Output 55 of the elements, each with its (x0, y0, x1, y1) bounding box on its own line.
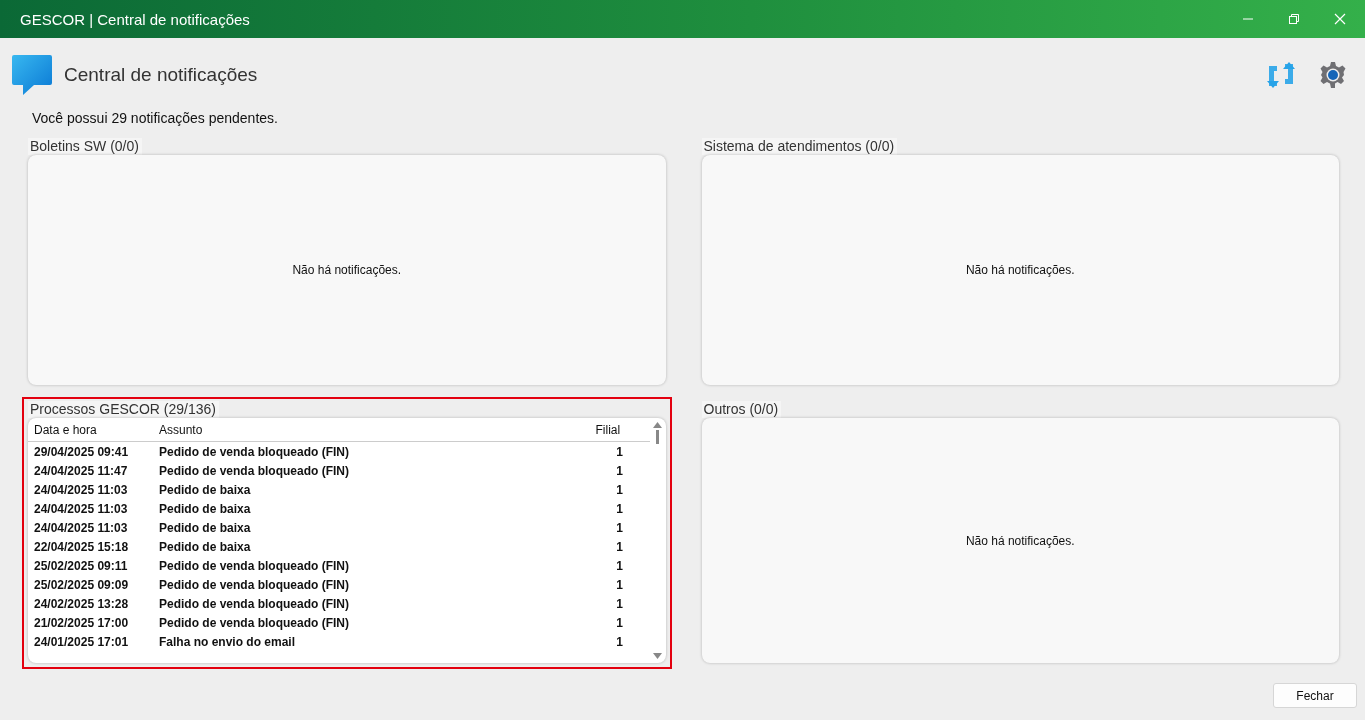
table-cell: 1 (616, 520, 623, 535)
panel-title: Boletins SW (0/0) (28, 138, 142, 155)
panel-title: Outros (0/0) (701, 401, 782, 418)
table-cell: Pedido de baixa (159, 539, 251, 554)
close-button[interactable]: Fechar (1273, 683, 1357, 708)
table-cell: 1 (616, 615, 623, 630)
refresh-icon[interactable] (1267, 62, 1295, 88)
scroll-up-icon[interactable] (653, 422, 662, 428)
settings-icon[interactable] (1319, 61, 1347, 89)
table-cell: 21/02/2025 17:00 (34, 615, 129, 630)
page-title: Central de notificações (64, 64, 259, 86)
table-cell: 1 (616, 501, 623, 516)
table-cell: 1 (616, 482, 623, 497)
table-cell: Pedido de venda bloqueado (FIN) (159, 577, 349, 592)
empty-message: Não há notificações. (292, 263, 402, 277)
column-header[interactable]: Filial (589, 422, 650, 437)
table-cell: 1 (616, 596, 623, 611)
table-cell: Pedido de baixa (159, 482, 251, 497)
empty-message: Não há notificações. (965, 263, 1075, 277)
table-cell: Pedido de venda bloqueado (FIN) (159, 463, 349, 478)
table-cell: Pedido de baixa (159, 501, 251, 516)
table-cell: 24/04/2025 11:47 (34, 463, 128, 478)
table-cell: 24/01/2025 17:01 (34, 634, 129, 649)
table-cell: Pedido de venda bloqueado (FIN) (159, 444, 349, 459)
empty-message: Não há notificações. (965, 533, 1075, 548)
scroll-down-icon[interactable] (653, 653, 662, 659)
restore-icon[interactable] (1288, 13, 1300, 25)
table-cell: Falha no envio do email (159, 634, 296, 649)
pending-message: Você possui 29 notificações pendentes. (32, 110, 279, 126)
scrollbar-thumb[interactable] (656, 430, 659, 444)
table-cell: 1 (616, 577, 623, 592)
table-cell: 24/04/2025 11:03 (34, 501, 128, 516)
panel-title: Processos GESCOR (29/136) (28, 401, 219, 418)
table-cell: 22/04/2025 15:18 (34, 539, 129, 554)
table-cell: 1 (616, 444, 623, 459)
close-icon[interactable] (1334, 13, 1346, 25)
table-cell: 24/04/2025 11:03 (34, 520, 128, 535)
window-title: GESCOR | Central de notificações (20, 10, 251, 28)
table-cell: 25/02/2025 09:09 (34, 577, 129, 592)
table-cell: Pedido de venda bloqueado (FIN) (159, 596, 349, 611)
column-header[interactable]: Assunto (159, 422, 590, 437)
table-cell: 1 (616, 463, 623, 478)
table-cell: 29/04/2025 09:41 (34, 444, 129, 459)
table-cell: 1 (616, 539, 623, 554)
table-cell: 25/02/2025 09:11 (34, 558, 128, 573)
table-cell: 24/04/2025 11:03 (34, 482, 128, 497)
table-cell: 1 (616, 634, 623, 649)
table-cell: Pedido de venda bloqueado (FIN) (159, 615, 349, 630)
table-cell: 1 (616, 558, 623, 573)
table-cell: Pedido de venda bloqueado (FIN) (159, 558, 349, 573)
column-header[interactable]: Data e hora (34, 422, 159, 437)
table-cell: 24/02/2025 13:28 (34, 596, 129, 611)
panel-title: Sistema de atendimentos (0/0) (701, 138, 898, 155)
chat-bubble-icon (12, 55, 52, 95)
table-cell: Pedido de baixa (159, 520, 251, 535)
